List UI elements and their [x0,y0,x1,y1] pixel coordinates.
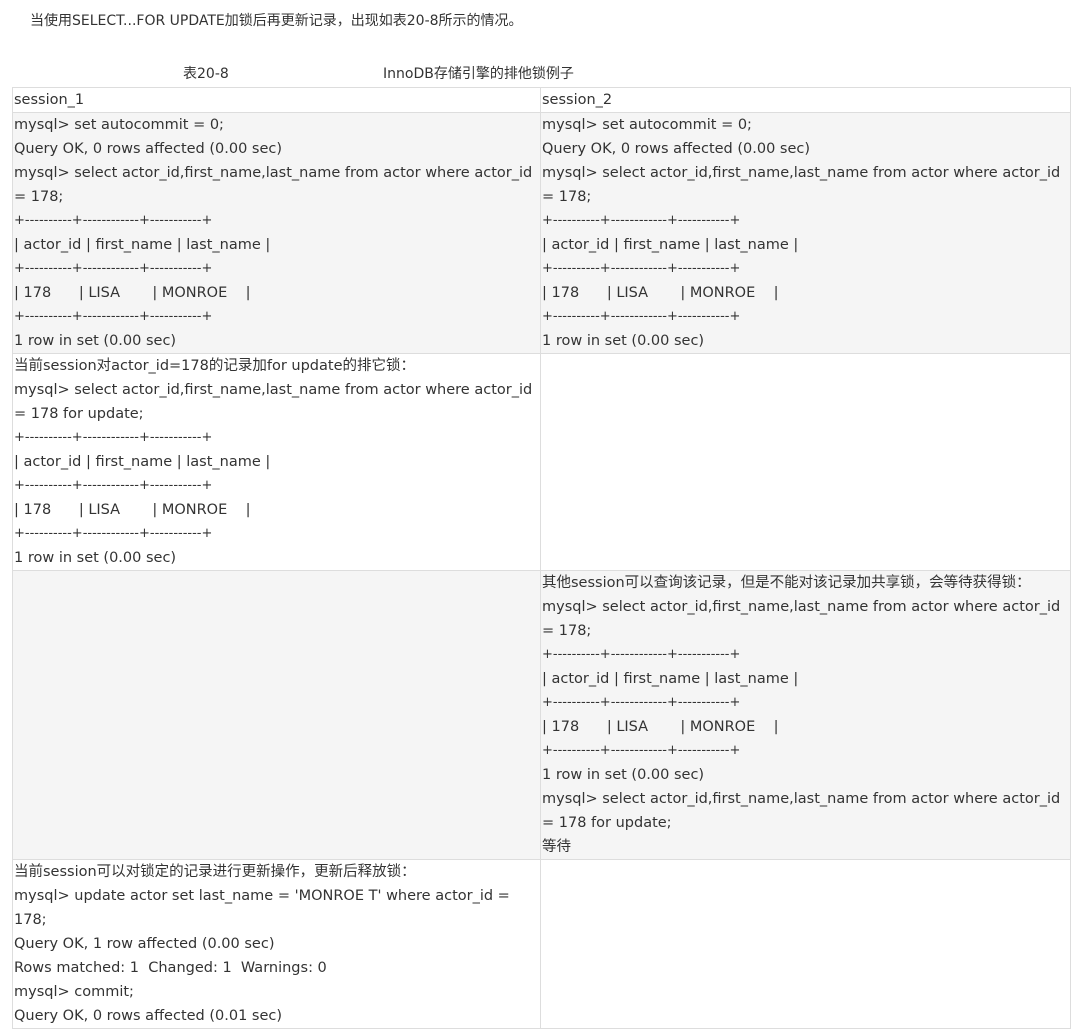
code-line: +----------+------------+-----------+ [542,743,741,758]
code-line: Query OK, 0 rows affected (0.00 sec) [542,141,811,157]
session-2-cell [540,353,1071,571]
session-1-cell: 当前session可以对锁定的记录进行更新操作，更新后释放锁： mysql> up… [12,859,541,1029]
code-line: mysql> commit; [14,984,134,1000]
table-header-row: session_1 session_2 [12,87,1071,113]
session-1-cell [12,570,541,860]
table-caption-number: 表20-8 [183,66,229,82]
code-line: mysql> select actor_id,first_name,last_n… [14,165,537,205]
table-row: 当前session对actor_id=178的记录加for update的排它锁… [12,353,1071,571]
code-line: mysql> set autocommit = 0; [14,117,224,133]
code-line: Rows matched: 1 Changed: 1 Warnings: 0 [14,960,327,976]
intro-paragraph: 当使用SELECT...FOR UPDATE加锁后再更新记录，出现如表20-8所… [30,13,523,29]
code-line: +----------+------------+-----------+ [542,213,741,228]
code-line: 等待 [542,839,571,855]
code-line: Query OK, 0 rows affected (0.01 sec) [14,1008,283,1024]
session-1-cell: mysql> set autocommit = 0; Query OK, 0 ro… [12,112,541,354]
code-line: | 178 | LISA | MONROE | [14,502,251,518]
table-row: 当前session可以对锁定的记录进行更新操作，更新后释放锁： mysql> up… [12,859,1071,1029]
code-line: 1 row in set (0.00 sec) [14,550,177,566]
code-line: +----------+------------+-----------+ [14,213,213,228]
session-2-cell: 其他session可以查询该记录，但是不能对该记录加共享锁，会等待获得锁： mys… [540,570,1071,860]
code-line: mysql> select actor_id,first_name,last_n… [542,791,1065,831]
table-row: mysql> set autocommit = 0; Query OK, 0 ro… [12,112,1071,354]
code-line: Query OK, 1 row affected (0.00 sec) [14,936,275,952]
header-session-2: session_2 [540,87,1071,113]
code-line: | 178 | LISA | MONROE | [14,285,251,301]
code-line: 1 row in set (0.00 sec) [14,333,177,349]
code-line: | actor_id | first_name | last_name | [542,671,799,687]
code-line: 1 row in set (0.00 sec) [542,333,705,349]
session-2-cell [540,859,1071,1029]
code-line: Query OK, 0 rows affected (0.00 sec) [14,141,283,157]
header-session-1: session_1 [12,87,541,113]
code-line: 其他session可以查询该记录，但是不能对该记录加共享锁，会等待获得锁： [542,575,1031,591]
code-line: mysql> select actor_id,first_name,last_n… [542,599,1065,639]
table-caption-title: InnoDB存储引擎的排他锁例子 [383,66,574,82]
code-line: +----------+------------+-----------+ [542,647,741,662]
code-line: | 178 | LISA | MONROE | [542,719,779,735]
code-line: mysql> set autocommit = 0; [542,117,752,133]
session-1-cell: 当前session对actor_id=178的记录加for update的排它锁… [12,353,541,571]
code-line: +----------+------------+-----------+ [14,478,213,493]
code-line: +----------+------------+-----------+ [14,309,213,324]
code-line: mysql> update actor set last_name = 'MON… [14,888,515,928]
code-line: +----------+------------+-----------+ [14,261,213,276]
code-line: +----------+------------+-----------+ [14,526,213,541]
code-line: mysql> select actor_id,first_name,last_n… [542,165,1065,205]
code-line: +----------+------------+-----------+ [14,430,213,445]
code-line: | 178 | LISA | MONROE | [542,285,779,301]
session-2-cell: mysql> set autocommit = 0; Query OK, 0 ro… [540,112,1071,354]
code-line: | actor_id | first_name | last_name | [14,454,271,470]
code-line: 当前session对actor_id=178的记录加for update的排它锁… [14,358,415,374]
code-line: mysql> select actor_id,first_name,last_n… [14,382,537,422]
code-line: | actor_id | first_name | last_name | [542,237,799,253]
code-line: +----------+------------+-----------+ [542,309,741,324]
code-line: +----------+------------+-----------+ [542,695,741,710]
code-line: | actor_id | first_name | last_name | [14,237,271,253]
exclusive-lock-example-table: session_1 session_2 mysql> set autocommi… [12,87,1071,1029]
table-row: 其他session可以查询该记录，但是不能对该记录加共享锁，会等待获得锁： mys… [12,570,1071,860]
code-line: +----------+------------+-----------+ [542,261,741,276]
code-line: 当前session可以对锁定的记录进行更新操作，更新后释放锁： [14,864,416,880]
code-line: 1 row in set (0.00 sec) [542,767,705,783]
